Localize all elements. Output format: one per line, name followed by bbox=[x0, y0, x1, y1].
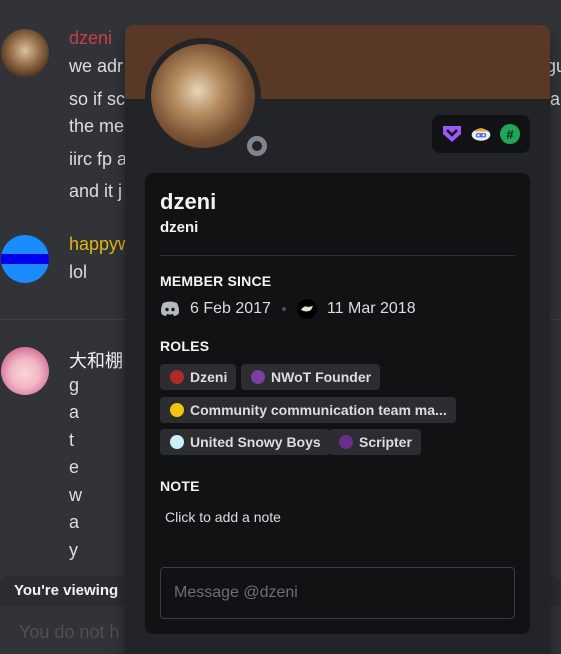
message-user-input[interactable] bbox=[160, 567, 515, 619]
role-name: Community communication team ma... bbox=[190, 402, 447, 418]
profile-avatar-ring bbox=[145, 38, 273, 162]
role-pill[interactable]: Dzeni bbox=[160, 364, 237, 390]
profile-avatar[interactable] bbox=[151, 44, 255, 148]
role-name: Scripter bbox=[359, 434, 412, 450]
roles-heading: ROLES bbox=[160, 338, 210, 354]
avatar-happyw[interactable] bbox=[1, 235, 49, 283]
avatar-dzeni[interactable] bbox=[1, 29, 49, 77]
viewing-older-text: You're viewing bbox=[14, 582, 119, 599]
role-color-dot[interactable] bbox=[170, 435, 184, 449]
author-dzeni[interactable]: dzeni bbox=[69, 28, 112, 49]
member-since-heading: MEMBER SINCE bbox=[160, 273, 272, 289]
role-name: NWoT Founder bbox=[271, 369, 372, 385]
message-line: we adr bbox=[69, 56, 124, 76]
message-line: so if sc bbox=[69, 89, 126, 109]
role-color-dot[interactable] bbox=[251, 370, 265, 384]
note-field[interactable]: Click to add a note bbox=[165, 509, 281, 525]
message-line: y bbox=[69, 540, 78, 560]
badge-list: # bbox=[432, 115, 530, 153]
role-pill[interactable]: NWoT Founder bbox=[241, 364, 381, 390]
role-color-dot[interactable] bbox=[170, 403, 184, 417]
profile-display-name: dzeni bbox=[160, 189, 217, 214]
user-profile-popout: # dzeni dzeni MEMBER SINCE 6 Feb 2017 11… bbox=[125, 25, 550, 654]
role-color-dot[interactable] bbox=[170, 370, 184, 384]
author-happyw[interactable]: happyw bbox=[69, 234, 131, 255]
clyde-badge-icon[interactable] bbox=[470, 123, 492, 145]
message-line: a bbox=[69, 512, 80, 532]
hypesquad-balance-icon[interactable] bbox=[441, 123, 463, 145]
discord-join-date: 6 Feb 2017 bbox=[190, 300, 271, 317]
discord-logo-icon bbox=[160, 299, 180, 319]
profile-body: dzeni dzeni MEMBER SINCE 6 Feb 2017 11 M… bbox=[145, 173, 530, 634]
profile-divider bbox=[160, 255, 515, 256]
author-yamato[interactable]: 大和棚 bbox=[69, 347, 123, 373]
message-line: the me bbox=[69, 116, 125, 136]
role-pill[interactable]: Community communication team ma... bbox=[160, 397, 456, 423]
message-line: iirc fp a bbox=[69, 149, 128, 169]
role-color-dot[interactable] bbox=[339, 435, 353, 449]
avatar-yamato[interactable] bbox=[1, 347, 49, 395]
role-pill[interactable]: United Snowy Boys bbox=[160, 429, 330, 455]
member-since-row: 6 Feb 2017 11 Mar 2018 bbox=[160, 298, 416, 320]
message-line: t bbox=[69, 430, 75, 450]
offline-status-icon bbox=[247, 136, 267, 156]
role-pill[interactable]: Scripter bbox=[329, 429, 421, 455]
note-heading: NOTE bbox=[160, 478, 200, 494]
message-line: g bbox=[69, 375, 80, 395]
chat-input-disabled-text: You do not h bbox=[19, 622, 120, 642]
message-line: e bbox=[69, 457, 80, 477]
profile-username[interactable]: dzeni bbox=[160, 219, 198, 236]
role-name: United Snowy Boys bbox=[190, 434, 321, 450]
message-line: lol bbox=[69, 262, 88, 282]
hash-badge-icon[interactable]: # bbox=[499, 123, 521, 145]
message-line: and it j bbox=[69, 181, 123, 201]
message-fragment: a bbox=[550, 89, 561, 109]
message-line: w bbox=[69, 485, 82, 505]
status-indicator bbox=[241, 130, 273, 162]
server-icon bbox=[296, 299, 317, 319]
server-join-date: 11 Mar 2018 bbox=[326, 300, 416, 317]
role-name: Dzeni bbox=[190, 369, 228, 385]
date-separator bbox=[281, 307, 286, 311]
message-line: a bbox=[69, 402, 80, 422]
